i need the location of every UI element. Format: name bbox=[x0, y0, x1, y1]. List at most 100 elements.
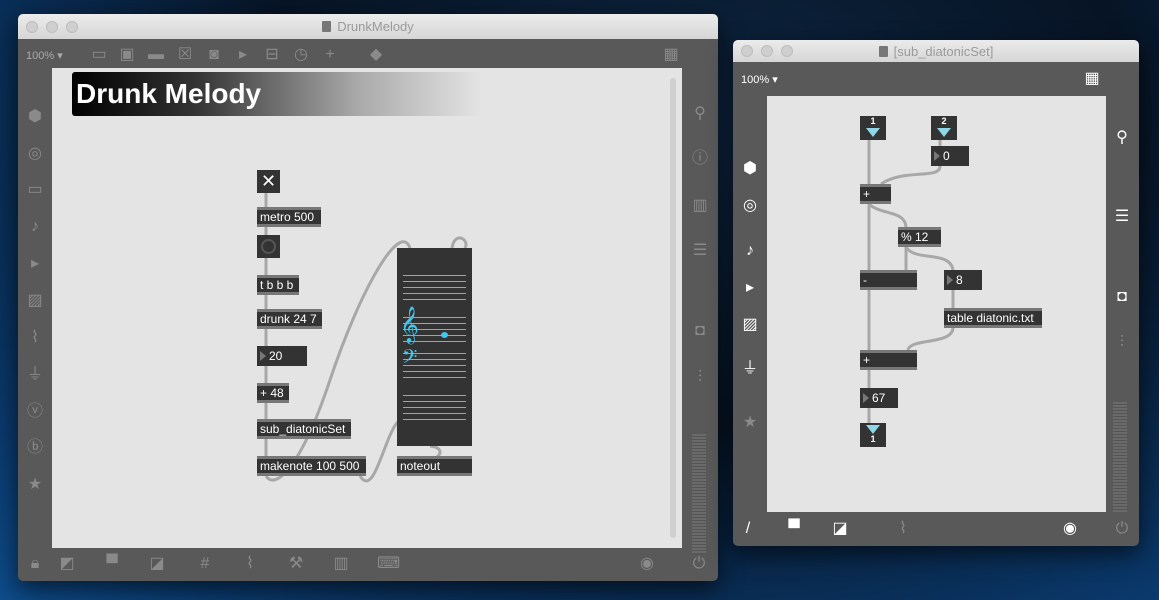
bang-button[interactable] bbox=[257, 235, 280, 258]
play-dots-icon[interactable]: ▸ bbox=[739, 277, 761, 299]
mixer-icon[interactable]: ⫶ bbox=[689, 367, 711, 389]
target-icon[interactable]: ◎ bbox=[739, 195, 761, 217]
inlet-arrow-icon bbox=[937, 128, 951, 137]
camera-icon[interactable]: ◘ bbox=[689, 320, 711, 342]
noteout-object[interactable]: noteout bbox=[397, 456, 472, 476]
power-icon[interactable]: ⏻ bbox=[688, 553, 710, 575]
list-icon[interactable]: ☰ bbox=[689, 240, 711, 262]
metro-object[interactable]: metro 500 bbox=[257, 207, 321, 227]
info-icon[interactable]: ⓘ bbox=[689, 148, 711, 170]
outlet-arrow-icon bbox=[866, 425, 880, 434]
title-bar[interactable]: [sub_diatonicSet] bbox=[733, 40, 1139, 62]
play-dots-icon[interactable]: ▸ bbox=[24, 253, 46, 275]
zoom-menu[interactable]: 100% ▾ bbox=[741, 73, 778, 86]
cube-icon[interactable]: ⬢ bbox=[24, 106, 46, 128]
paperclip-icon[interactable]: ⌇ bbox=[24, 327, 46, 349]
present-icon[interactable]: ▀ bbox=[783, 518, 805, 540]
close-button[interactable] bbox=[26, 20, 38, 33]
star-icon[interactable]: ★ bbox=[24, 474, 46, 496]
lock-icon[interactable]: 🔒︎ bbox=[24, 553, 46, 575]
minimize-button[interactable] bbox=[761, 45, 773, 57]
audio-play-icon[interactable]: ◉ bbox=[636, 553, 658, 575]
piano-icon[interactable]: ▥ bbox=[330, 553, 352, 575]
document-icon bbox=[322, 21, 332, 32]
zoom-button[interactable] bbox=[66, 20, 78, 33]
trigger-object[interactable]: t b b b bbox=[257, 275, 299, 295]
cube-icon[interactable]: ⬢ bbox=[739, 158, 761, 180]
list-icon[interactable]: ☰ bbox=[1111, 206, 1133, 228]
outlet-1[interactable]: 1 bbox=[860, 423, 886, 447]
nslider[interactable]: 𝄞 𝄢 bbox=[397, 248, 472, 446]
modulo-object[interactable]: % 12 bbox=[898, 227, 941, 247]
number-box[interactable]: 20 bbox=[257, 346, 307, 366]
level-meter bbox=[1113, 402, 1127, 512]
target-icon[interactable]: ◎ bbox=[24, 143, 46, 165]
paperclip-add-icon[interactable]: ⌇ bbox=[239, 553, 261, 575]
add-object[interactable]: + 48 bbox=[257, 383, 289, 403]
search-icon[interactable]: ⚲ bbox=[1111, 127, 1133, 149]
toggle-icon[interactable]: ☒ bbox=[174, 44, 196, 66]
v-icon[interactable]: ⓥ bbox=[24, 401, 46, 423]
presentation-icon[interactable]: ◩ bbox=[56, 553, 78, 575]
button-icon[interactable]: ◙ bbox=[203, 44, 225, 66]
plus-object[interactable]: + bbox=[860, 350, 917, 370]
inlet-2[interactable]: 2 bbox=[931, 116, 957, 140]
image-icon[interactable]: ▨ bbox=[739, 314, 761, 336]
present-icon[interactable]: ▀ bbox=[101, 553, 123, 575]
power-icon[interactable]: ⏻ bbox=[1111, 518, 1133, 540]
subpatcher-object[interactable]: sub_diatonicSet bbox=[257, 419, 351, 439]
note-icon[interactable]: ♪ bbox=[24, 216, 46, 238]
grid-menu-icon[interactable]: ▦ bbox=[1081, 68, 1103, 90]
treble-clef-icon: 𝄞 bbox=[400, 306, 419, 342]
plug-icon[interactable]: ⏚ bbox=[739, 358, 761, 380]
number-box[interactable]: 0 bbox=[931, 146, 969, 166]
slider-icon[interactable]: ⊟ bbox=[261, 44, 283, 66]
document-icon bbox=[878, 45, 888, 57]
minus-object[interactable]: - bbox=[860, 270, 917, 290]
patcher-canvas[interactable]: Drunk Melody bbox=[52, 68, 682, 548]
plug-icon[interactable]: ⏚ bbox=[24, 364, 46, 386]
table-object[interactable]: table diatonic.txt bbox=[944, 308, 1042, 328]
title-bar[interactable]: DrunkMelody bbox=[18, 14, 718, 39]
audio-play-icon[interactable]: ◉ bbox=[1059, 518, 1081, 540]
makenote-object[interactable]: makenote 100 500 bbox=[257, 456, 366, 476]
add-icon[interactable]: + bbox=[319, 44, 341, 66]
paint-bucket-icon[interactable]: ◆ bbox=[365, 44, 387, 66]
title-comment-panel: Drunk Melody bbox=[72, 72, 482, 116]
inlet-1[interactable]: 1 bbox=[860, 116, 886, 140]
grid-icon[interactable]: # bbox=[194, 553, 216, 575]
bed-icon[interactable]: ▭ bbox=[24, 179, 46, 201]
image-icon[interactable]: ▨ bbox=[24, 290, 46, 312]
dial-icon[interactable]: ◷ bbox=[290, 44, 312, 66]
close-button[interactable] bbox=[741, 45, 753, 57]
zoom-button[interactable] bbox=[781, 45, 793, 57]
star-icon[interactable]: ★ bbox=[739, 412, 761, 434]
number-box[interactable]: 67 bbox=[860, 388, 898, 408]
note-icon[interactable]: ♪ bbox=[739, 240, 761, 262]
message-icon[interactable]: ▣ bbox=[116, 44, 138, 66]
toggle[interactable]: ✕ bbox=[257, 170, 280, 193]
scrollbar[interactable] bbox=[670, 78, 676, 538]
b-icon[interactable]: ⓑ bbox=[24, 437, 46, 459]
mixer-icon[interactable]: ⫶ bbox=[1111, 332, 1133, 354]
drunk-object[interactable]: drunk 24 7 bbox=[257, 309, 322, 329]
windows-icon[interactable]: ◪ bbox=[829, 518, 851, 540]
number-box[interactable]: 8 bbox=[944, 270, 982, 290]
number-icon[interactable]: ▸ bbox=[232, 44, 254, 66]
minimize-button[interactable] bbox=[46, 20, 58, 33]
keyboard-icon[interactable]: ⌨ bbox=[377, 553, 400, 575]
comment-icon[interactable]: ▬ bbox=[145, 44, 167, 66]
window-title: DrunkMelody bbox=[337, 19, 414, 34]
grid-menu-icon[interactable]: ▦ bbox=[660, 44, 682, 66]
zoom-menu[interactable]: 100% ▾ bbox=[26, 49, 63, 62]
search-icon[interactable]: ⚲ bbox=[689, 103, 711, 125]
book-icon[interactable]: ▥ bbox=[689, 195, 711, 217]
camera-icon[interactable]: ◘ bbox=[1111, 286, 1133, 308]
wrench-icon[interactable]: ⚒ bbox=[285, 553, 307, 575]
title-comment: Drunk Melody bbox=[76, 78, 262, 109]
edit-icon[interactable]: / bbox=[737, 518, 759, 540]
paperclip-add-icon[interactable]: ⌇ bbox=[892, 518, 914, 540]
windows-icon[interactable]: ◪ bbox=[146, 553, 168, 575]
newobject-icon[interactable]: ▭ bbox=[88, 44, 110, 66]
plus-object[interactable]: + bbox=[860, 184, 891, 204]
